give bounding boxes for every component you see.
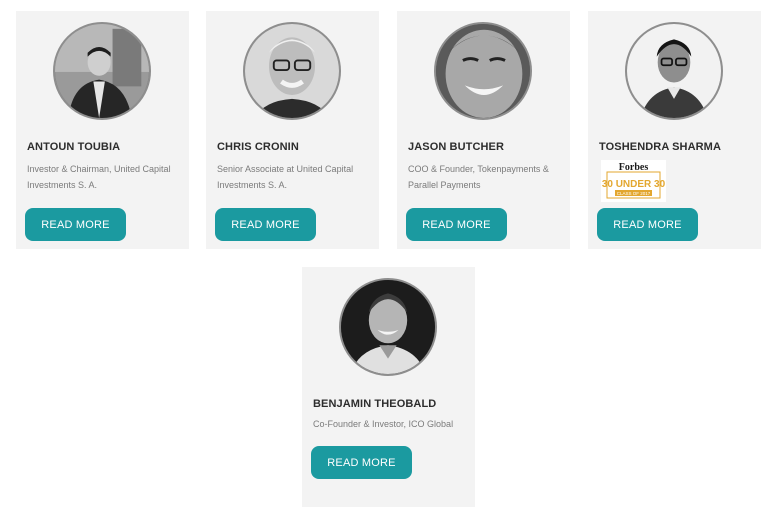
member-name: CHRIS CRONIN bbox=[217, 141, 299, 153]
read-more-button[interactable]: READ MORE bbox=[597, 208, 698, 241]
badge-line2: 30 UNDER 30 bbox=[602, 179, 666, 190]
read-more-button[interactable]: READ MORE bbox=[406, 208, 507, 241]
read-more-button[interactable]: READ MORE bbox=[25, 208, 126, 241]
forbes-30-under-30-badge: Forbes 30 UNDER 30 CLASS OF 2017 bbox=[601, 160, 666, 202]
member-name: TOSHENDRA SHARMA bbox=[599, 141, 721, 153]
team-card-antoun-toubia: ANTOUN TOUBIA Investor & Chairman, Unite… bbox=[16, 11, 189, 249]
profile-photo bbox=[434, 22, 532, 120]
member-name: JASON BUTCHER bbox=[408, 141, 505, 153]
person-photo-icon bbox=[341, 280, 435, 374]
team-card-chris-cronin: CHRIS CRONIN Senior Associate at United … bbox=[206, 11, 379, 249]
person-photo-icon bbox=[55, 24, 149, 118]
team-card-benjamin-theobald: BENJAMIN THEOBALD Co-Founder & Investor,… bbox=[302, 267, 475, 507]
person-photo-icon bbox=[436, 24, 530, 118]
person-photo-icon bbox=[627, 24, 721, 118]
read-more-button[interactable]: READ MORE bbox=[215, 208, 316, 241]
member-role: Senior Associate at United Capital Inves… bbox=[217, 164, 354, 190]
member-name: ANTOUN TOUBIA bbox=[27, 141, 121, 153]
team-card-jason-butcher: JASON BUTCHER COO & Founder, Tokenpaymen… bbox=[397, 11, 570, 249]
badge-line3: CLASS OF 2017 bbox=[617, 191, 651, 196]
profile-photo bbox=[625, 22, 723, 120]
read-more-button[interactable]: READ MORE bbox=[311, 446, 412, 479]
member-role: Investor & Chairman, United Capital Inve… bbox=[27, 164, 171, 190]
badge-line1: Forbes bbox=[619, 162, 649, 173]
profile-photo bbox=[339, 278, 437, 376]
profile-photo bbox=[243, 22, 341, 120]
profile-photo bbox=[53, 22, 151, 120]
person-photo-icon bbox=[245, 24, 339, 118]
member-name: BENJAMIN THEOBALD bbox=[313, 398, 437, 410]
member-role: COO & Founder, Tokenpayments & Parallel … bbox=[408, 164, 549, 190]
team-card-toshendra-sharma: TOSHENDRA SHARMA Forbes 30 UNDER 30 CLAS… bbox=[588, 11, 761, 249]
member-role: Co-Founder & Investor, ICO Global bbox=[313, 419, 454, 429]
